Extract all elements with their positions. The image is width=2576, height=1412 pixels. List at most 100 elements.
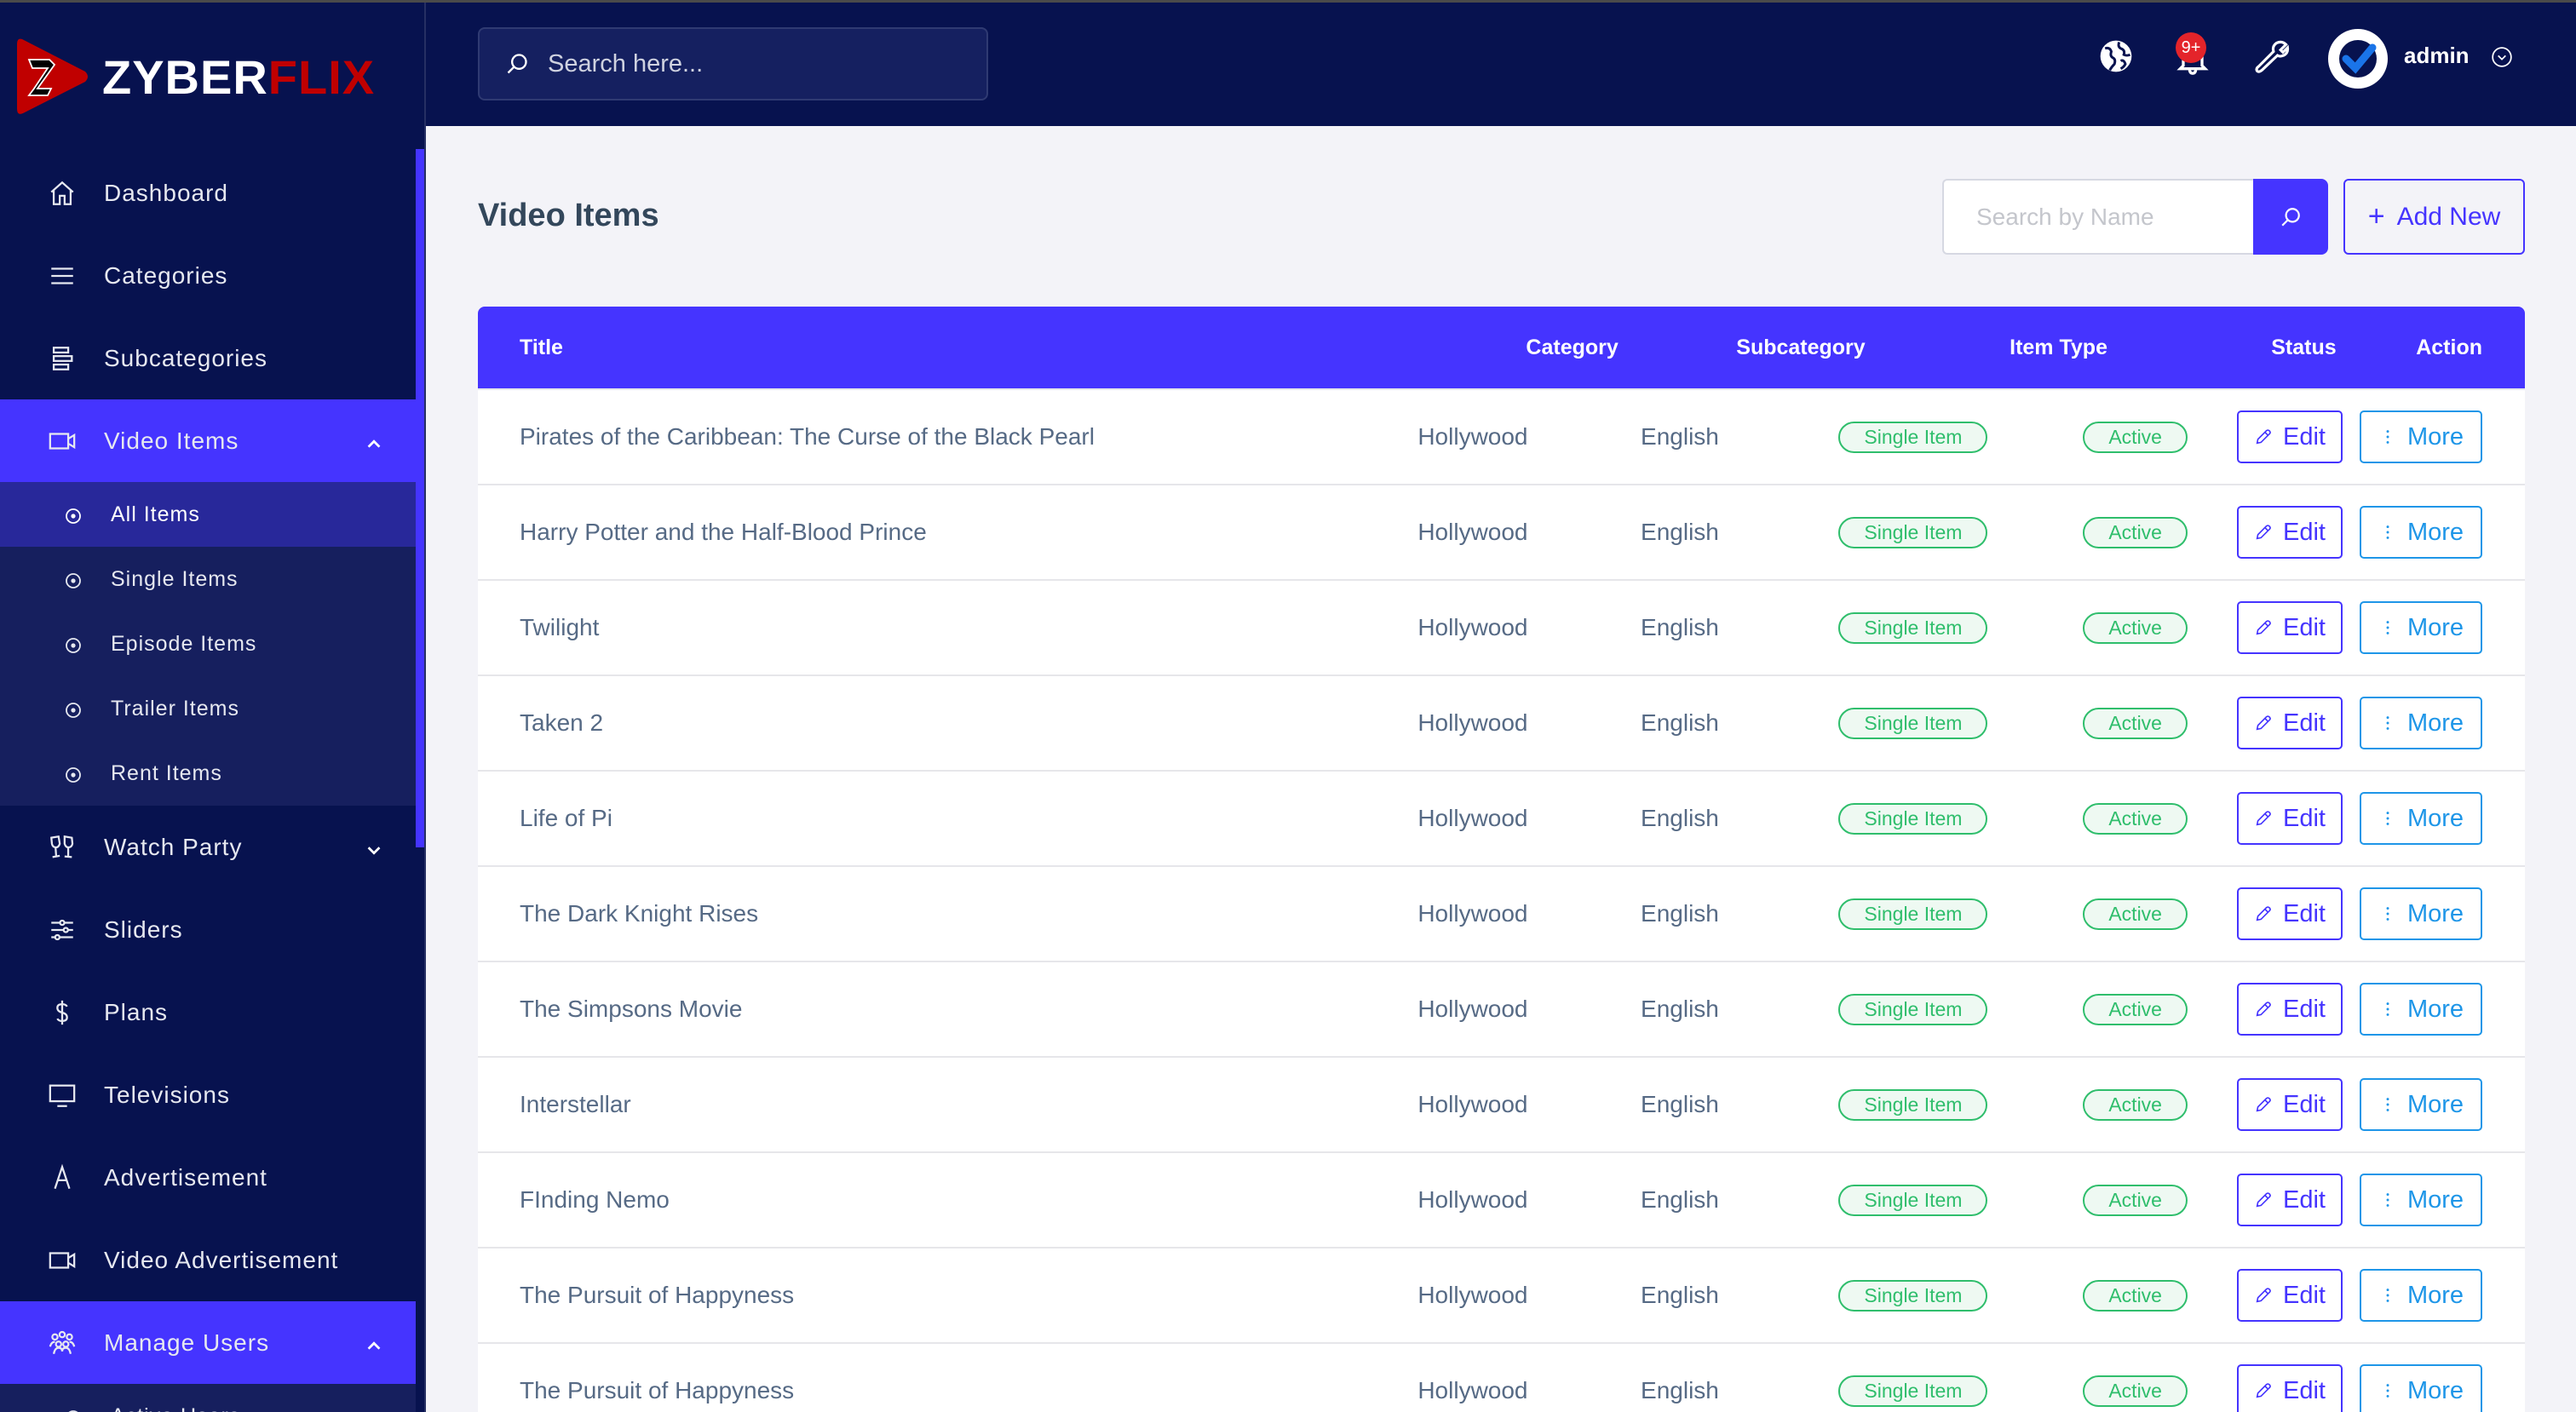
chevron-down-icon[interactable] <box>365 838 383 857</box>
sidebar-subitem-label: Active Users <box>111 1404 240 1412</box>
more-button[interactable]: More <box>2359 601 2482 654</box>
edit-button[interactable]: Edit <box>2236 1269 2343 1322</box>
item-type-badge: Single Item <box>1838 611 1988 644</box>
global-search[interactable] <box>478 27 988 100</box>
username[interactable]: admin <box>2404 43 2470 69</box>
cell-category: Hollywood <box>1417 900 1528 927</box>
sidebar-item-plans[interactable]: Plans <box>0 971 416 1053</box>
globe-icon[interactable] <box>2097 37 2135 75</box>
wrench-icon[interactable] <box>2254 37 2291 75</box>
pencil-icon <box>2256 1002 2271 1017</box>
chevron-down-circle-icon[interactable] <box>2491 46 2513 68</box>
search-icon <box>2281 207 2300 227</box>
sidebar-scrollbar[interactable] <box>416 149 424 847</box>
column-header-subcategory[interactable]: Subcategory <box>1676 336 1926 360</box>
cell-title: Taken 2 <box>520 709 604 736</box>
logo[interactable]: ZYBERFLIX <box>15 34 375 119</box>
manage-users-submenu: Active Users <box>0 1384 416 1412</box>
more-button[interactable]: More <box>2359 410 2482 463</box>
edit-button[interactable]: Edit <box>2236 506 2343 559</box>
edit-button[interactable]: Edit <box>2236 792 2343 845</box>
sidebar-item-watch-party[interactable]: Watch Party <box>0 806 416 888</box>
page-title: Video Items <box>478 198 659 233</box>
table-row: Taken 2 Hollywood English Single Item Ac… <box>478 674 2525 770</box>
sidebar-item-sliders[interactable]: Sliders <box>0 888 416 971</box>
more-button[interactable]: More <box>2359 1269 2482 1322</box>
more-button[interactable]: More <box>2359 983 2482 1036</box>
cell-status: Active <box>2033 1279 2237 1312</box>
glasses-cheers-icon <box>48 833 77 862</box>
more-button[interactable]: More <box>2359 697 2482 749</box>
edit-button[interactable]: Edit <box>2236 983 2343 1036</box>
edit-button[interactable]: Edit <box>2236 601 2343 654</box>
item-type-badge: Single Item <box>1838 516 1988 548</box>
more-button[interactable]: More <box>2359 1364 2482 1412</box>
circle-dot-icon <box>65 506 82 524</box>
more-button[interactable]: More <box>2359 887 2482 940</box>
table-row: Harry Potter and the Half-Blood Prince H… <box>478 484 2525 579</box>
cell-subcategory: English <box>1641 423 1719 450</box>
cell-action: Edit More <box>2236 1269 2525 1322</box>
sidebar-subitem-rent-items[interactable]: Rent Items <box>0 741 416 806</box>
cell-status: Active <box>2033 1375 2237 1407</box>
edit-button[interactable]: Edit <box>2236 887 2343 940</box>
more-button[interactable]: More <box>2359 792 2482 845</box>
cell-item-type: Single Item <box>1793 1375 2034 1407</box>
add-new-button[interactable]: + Add New <box>2343 179 2525 255</box>
sidebar-item-video-items[interactable]: Video Items <box>0 399 416 482</box>
chevron-up-icon[interactable] <box>365 432 383 451</box>
cell-status: Active <box>2033 1184 2237 1216</box>
edit-label: Edit <box>2282 804 2326 832</box>
sidebar-item-advertisement[interactable]: Advertisement <box>0 1136 416 1219</box>
sidebar-item-video-advertisement[interactable]: Video Advertisement <box>0 1219 416 1301</box>
sidebar-item-categories[interactable]: Categories <box>0 234 416 317</box>
sidebar-item-subcategories[interactable]: Subcategories <box>0 317 416 399</box>
sidebar-subitem-single-items[interactable]: Single Items <box>0 547 416 611</box>
column-header-item-type[interactable]: Item Type <box>1925 336 2191 360</box>
status-badge: Active <box>2083 611 2188 644</box>
sidebar-subitem-all-items[interactable]: All Items <box>0 482 416 547</box>
more-vertical-icon <box>2386 1384 2389 1398</box>
more-vertical-icon <box>2386 1098 2389 1111</box>
sidebar-subitem-trailer-items[interactable]: Trailer Items <box>0 676 416 741</box>
more-button[interactable]: More <box>2359 506 2482 559</box>
sidebar-item-label: Video Items <box>104 427 239 454</box>
sidebar-subitem-active-users[interactable]: Active Users <box>0 1384 416 1412</box>
pencil-icon <box>2256 1383 2271 1398</box>
cell-category: Hollywood <box>1417 709 1528 736</box>
edit-button[interactable]: Edit <box>2236 697 2343 749</box>
edit-button[interactable]: Edit <box>2236 1078 2343 1131</box>
avatar[interactable] <box>2328 29 2388 89</box>
cell-category: Hollywood <box>1417 996 1528 1022</box>
cell-item-type: Single Item <box>1793 611 2034 644</box>
sidebar-item-dashboard[interactable]: Dashboard <box>0 152 416 234</box>
global-search-input[interactable] <box>548 49 957 78</box>
search-by-name-input[interactable] <box>1942 179 2254 255</box>
chevron-up-icon[interactable] <box>365 1334 383 1352</box>
cell-item-type: Single Item <box>1793 421 2034 453</box>
table-row: The Pursuit of Happyness Hollywood Engli… <box>478 1247 2525 1342</box>
cell-title: The Pursuit of Happyness <box>520 1377 795 1403</box>
sidebar-item-televisions[interactable]: Televisions <box>0 1053 416 1136</box>
cell-category: Hollywood <box>1417 1186 1528 1213</box>
search-button[interactable] <box>2253 179 2328 255</box>
cell-title: Life of Pi <box>520 805 612 831</box>
edit-button[interactable]: Edit <box>2236 1174 2343 1226</box>
column-header-title[interactable]: Title <box>478 336 1469 360</box>
video-items-submenu: All Items Single Items Episode Items Tra… <box>0 482 416 806</box>
cell-item-type: Single Item <box>1793 1184 2034 1216</box>
column-header-status[interactable]: Status <box>2192 336 2417 360</box>
sidebar-subitem-episode-items[interactable]: Episode Items <box>0 611 416 676</box>
edit-label: Edit <box>2282 1376 2326 1404</box>
pencil-icon <box>2256 1192 2271 1208</box>
more-label: More <box>2406 1185 2464 1214</box>
edit-button[interactable]: Edit <box>2236 1364 2343 1412</box>
more-button[interactable]: More <box>2359 1078 2482 1131</box>
sidebar-item-manage-users[interactable]: Manage Users <box>0 1301 416 1384</box>
column-header-category[interactable]: Category <box>1469 336 1676 360</box>
cell-status: Active <box>2033 611 2237 644</box>
edit-button[interactable]: Edit <box>2236 410 2343 463</box>
more-label: More <box>2406 1090 2464 1118</box>
cell-action: Edit More <box>2236 887 2525 940</box>
more-button[interactable]: More <box>2359 1174 2482 1226</box>
